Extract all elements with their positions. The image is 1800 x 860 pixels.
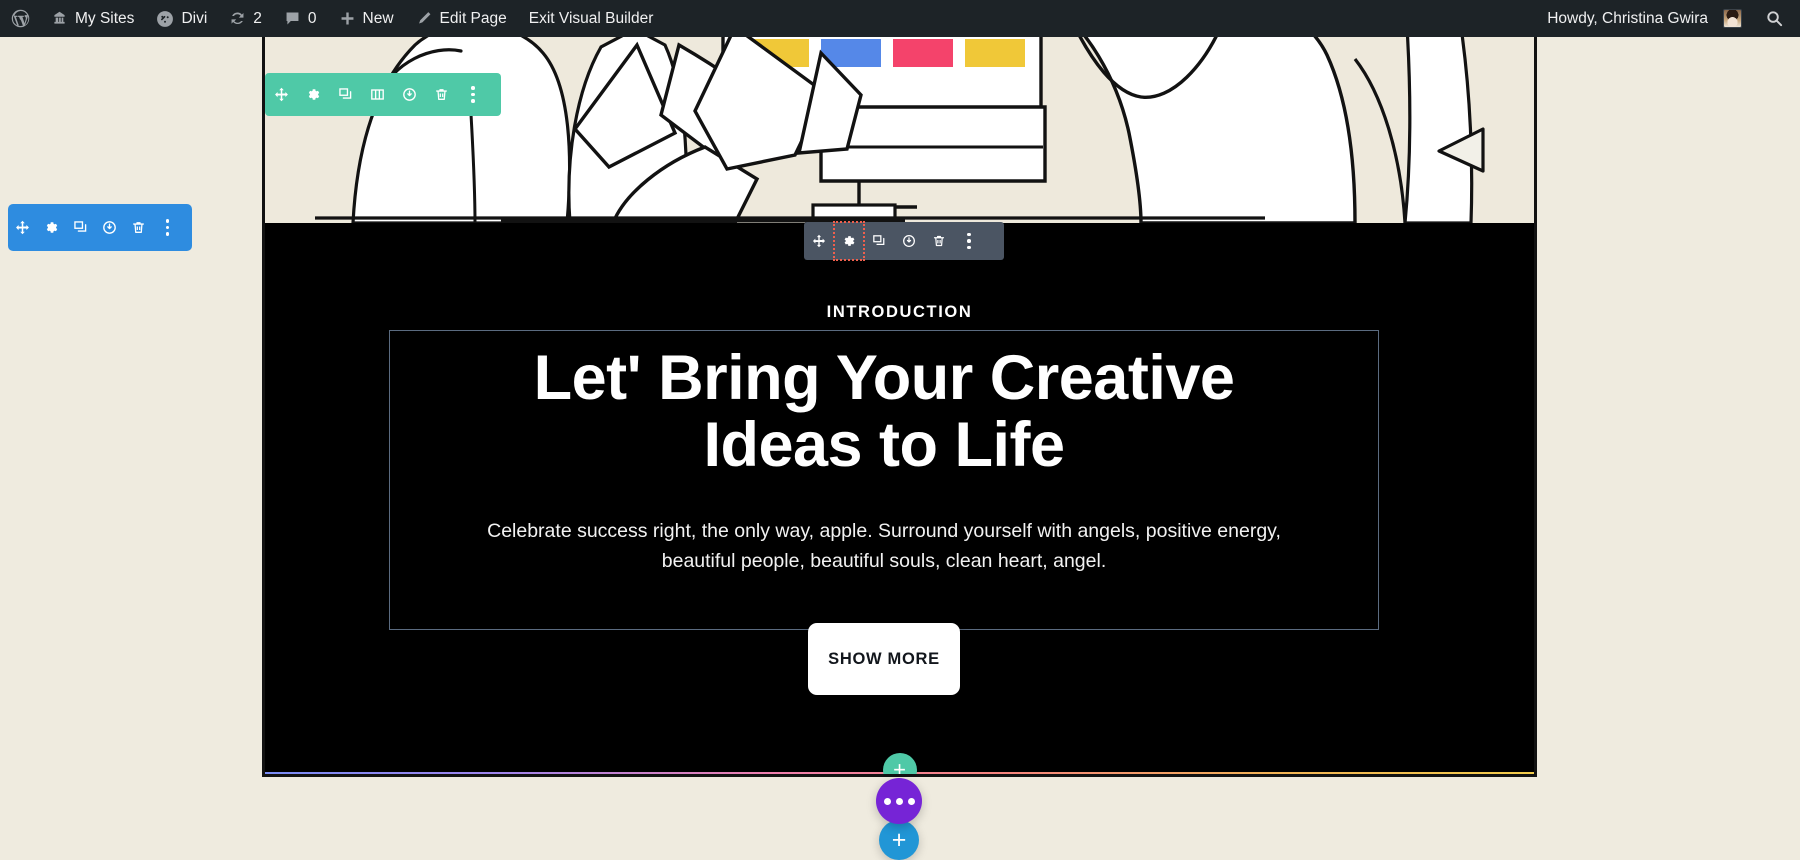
updates-icon: [229, 10, 246, 27]
row-more-dots-icon[interactable]: [457, 73, 489, 116]
section-move-icon[interactable]: [8, 204, 37, 251]
row-trash-icon[interactable]: [425, 73, 457, 116]
plus-icon: [339, 10, 356, 27]
section-settings-toolbar[interactable]: [8, 204, 192, 251]
swatch-4: [965, 39, 1025, 67]
text-module[interactable]: Let' Bring Your Creative Ideas to Life C…: [389, 330, 1379, 695]
adminbar-item-my-sites[interactable]: My Sites: [40, 0, 145, 37]
row-move-icon[interactable]: [265, 73, 297, 116]
section-disable-icon[interactable]: [95, 204, 124, 251]
adminbar-item-new[interactable]: New: [328, 0, 405, 37]
adminbar-item-edit-page[interactable]: Edit Page: [405, 0, 518, 37]
page-title: Let' Bring Your Creative Ideas to Life: [390, 345, 1378, 479]
avatar: [1723, 9, 1742, 28]
section-trash-icon[interactable]: [124, 204, 153, 251]
comment-icon: [284, 10, 301, 27]
adminbar-label-updates-count: 2: [253, 9, 262, 27]
row-columns-icon[interactable]: [361, 73, 393, 116]
section-eyebrow: INTRODUCTION: [826, 303, 973, 321]
page-settings-more-button[interactable]: [876, 778, 922, 824]
visual-builder-frame: INTRODUCTION Let' Bring Your Creative Id…: [262, 37, 1537, 777]
row-settings-toolbar[interactable]: [265, 73, 501, 116]
adminbar-label-divi: Divi: [181, 9, 208, 27]
adminbar-label-new: New: [362, 9, 394, 27]
module-trash-icon[interactable]: [924, 222, 954, 260]
page-canvas: INTRODUCTION Let' Bring Your Creative Id…: [0, 37, 1800, 860]
adminbar-label-my-sites: My Sites: [75, 9, 135, 27]
adminbar-label-comments-count: 0: [307, 9, 317, 27]
intro-section[interactable]: INTRODUCTION Let' Bring Your Creative Id…: [265, 223, 1534, 772]
module-disable-icon[interactable]: [894, 222, 924, 260]
adminbar-label-exit-visual-builder: Exit Visual Builder: [528, 9, 654, 27]
pencil-icon: [416, 10, 433, 27]
hero-lineart-svg: [265, 37, 1534, 223]
swatch-3: [893, 39, 953, 67]
dot: [907, 797, 915, 805]
adminbar-item-comments[interactable]: 0: [273, 0, 328, 37]
adminbar-item-exit-visual-builder[interactable]: Exit Visual Builder: [518, 0, 665, 37]
row-duplicate-icon[interactable]: [329, 73, 361, 116]
module-move-icon[interactable]: [804, 222, 834, 260]
divi-icon: [156, 10, 174, 28]
headline-line-2: Ideas to Life: [703, 409, 1065, 480]
adminbar-item-howdy[interactable]: Howdy, Christina Gwira: [1537, 0, 1751, 37]
dot: [883, 797, 891, 805]
module-settings-toolbar[interactable]: [804, 221, 1004, 261]
search-icon: [1765, 9, 1784, 28]
hero-illustration[interactable]: [265, 37, 1534, 223]
show-more-button[interactable]: SHOW MORE: [808, 623, 960, 695]
body-paragraph: Celebrate success right, the only way, a…: [487, 520, 1281, 573]
row-disable-icon[interactable]: [393, 73, 425, 116]
wp-admin-bar: My Sites Divi 2 0 New Edit Page Exit Vis…: [0, 0, 1800, 37]
adminbar-item-search[interactable]: [1751, 0, 1800, 37]
module-duplicate-icon[interactable]: [864, 222, 894, 260]
adminbar-item-divi[interactable]: Divi: [145, 0, 218, 37]
adminbar-label-howdy: Howdy, Christina Gwira: [1547, 9, 1708, 27]
wordpress-icon: [10, 8, 31, 29]
headline-line-1: Let' Bring Your Creative: [533, 343, 1235, 413]
adminbar-label-edit-page: Edit Page: [439, 9, 507, 27]
section-duplicate-icon[interactable]: [66, 204, 95, 251]
section-more-dots-icon[interactable]: [153, 204, 182, 251]
module-gear-icon[interactable]: [833, 221, 865, 261]
adminbar-item-wp-logo[interactable]: [0, 0, 40, 37]
adminbar-item-updates[interactable]: 2: [218, 0, 273, 37]
section-gear-icon[interactable]: [37, 204, 66, 251]
sites-icon: [51, 10, 68, 27]
module-more-dots-icon[interactable]: [954, 222, 984, 260]
page-add-button[interactable]: +: [879, 820, 919, 860]
row-gear-icon[interactable]: [297, 73, 329, 116]
dot: [895, 797, 903, 805]
show-more-button-label: SHOW MORE: [828, 649, 940, 668]
adminbar-right-group: Howdy, Christina Gwira: [1537, 0, 1800, 37]
